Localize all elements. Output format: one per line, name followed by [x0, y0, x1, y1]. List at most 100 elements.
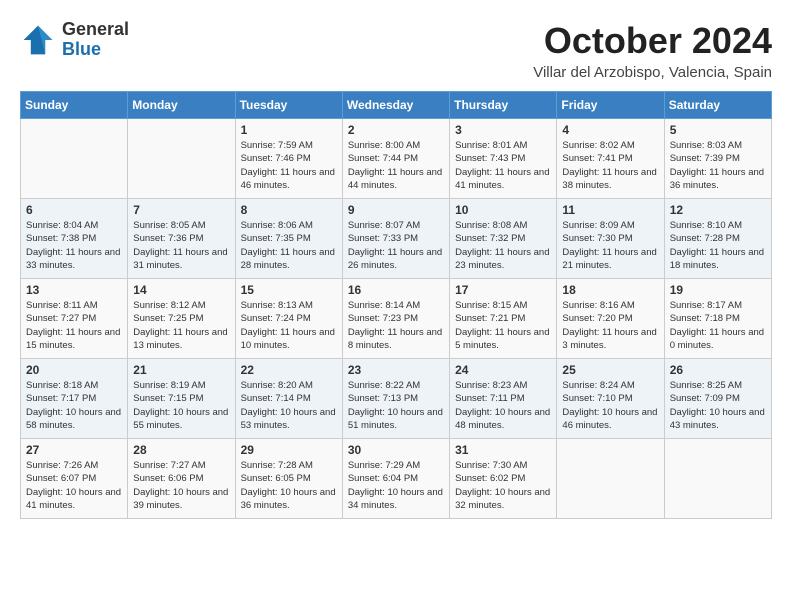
- cell-details: Sunrise: 8:09 AM Sunset: 7:30 PM Dayligh…: [562, 219, 658, 272]
- day-number: 1: [241, 123, 337, 137]
- cell-details: Sunrise: 8:10 AM Sunset: 7:28 PM Dayligh…: [670, 219, 766, 272]
- calendar-cell: 31 Sunrise: 7:30 AM Sunset: 6:02 PM Dayli…: [450, 439, 557, 519]
- day-number: 31: [455, 443, 551, 457]
- cell-details: Sunrise: 7:30 AM Sunset: 6:02 PM Dayligh…: [455, 459, 551, 512]
- day-number: 9: [348, 203, 444, 217]
- day-number: 30: [348, 443, 444, 457]
- day-number: 22: [241, 363, 337, 377]
- calendar-cell: 16 Sunrise: 8:14 AM Sunset: 7:23 PM Dayli…: [342, 279, 449, 359]
- day-number: 24: [455, 363, 551, 377]
- cell-details: Sunrise: 8:20 AM Sunset: 7:14 PM Dayligh…: [241, 379, 337, 432]
- day-number: 8: [241, 203, 337, 217]
- page-header: General Blue October 2024 Villar del Arz…: [20, 20, 772, 81]
- calendar-cell: 29 Sunrise: 7:28 AM Sunset: 6:05 PM Dayli…: [235, 439, 342, 519]
- calendar-cell: [21, 119, 128, 199]
- day-number: 17: [455, 283, 551, 297]
- cell-details: Sunrise: 8:25 AM Sunset: 7:09 PM Dayligh…: [670, 379, 766, 432]
- cell-details: Sunrise: 8:00 AM Sunset: 7:44 PM Dayligh…: [348, 139, 444, 192]
- col-tuesday: Tuesday: [235, 92, 342, 119]
- calendar-cell: 28 Sunrise: 7:27 AM Sunset: 6:06 PM Dayli…: [128, 439, 235, 519]
- cell-details: Sunrise: 7:26 AM Sunset: 6:07 PM Dayligh…: [26, 459, 122, 512]
- day-number: 15: [241, 283, 337, 297]
- cell-details: Sunrise: 8:22 AM Sunset: 7:13 PM Dayligh…: [348, 379, 444, 432]
- calendar-cell: 17Sunrise: 8:15 AM Sunset: 7:21 PM Dayli…: [450, 279, 557, 359]
- day-number: 28: [133, 443, 229, 457]
- calendar-cell: 10 Sunrise: 8:08 AM Sunset: 7:32 PM Dayli…: [450, 199, 557, 279]
- calendar-cell: 23 Sunrise: 8:22 AM Sunset: 7:13 PM Dayli…: [342, 359, 449, 439]
- day-number: 6: [26, 203, 122, 217]
- cell-details: Sunrise: 8:17 AM Sunset: 7:18 PM Dayligh…: [670, 299, 766, 352]
- calendar-header: Sunday Monday Tuesday Wednesday Thursday…: [21, 92, 772, 119]
- cell-details: Sunrise: 8:14 AM Sunset: 7:23 PM Dayligh…: [348, 299, 444, 352]
- calendar-cell: 20 Sunrise: 8:18 AM Sunset: 7:17 PM Dayli…: [21, 359, 128, 439]
- cell-details: Sunrise: 8:16 AM Sunset: 7:20 PM Dayligh…: [562, 299, 658, 352]
- calendar-cell: 24 Sunrise: 8:23 AM Sunset: 7:11 PM Dayli…: [450, 359, 557, 439]
- cell-details: Sunrise: 8:07 AM Sunset: 7:33 PM Dayligh…: [348, 219, 444, 272]
- calendar-cell: 26 Sunrise: 8:25 AM Sunset: 7:09 PM Dayli…: [664, 359, 771, 439]
- cell-details: Sunrise: 8:02 AM Sunset: 7:41 PM Dayligh…: [562, 139, 658, 192]
- calendar-cell: 11 Sunrise: 8:09 AM Sunset: 7:30 PM Dayli…: [557, 199, 664, 279]
- title-block: October 2024 Villar del Arzobispo, Valen…: [533, 20, 772, 81]
- day-number: 14: [133, 283, 229, 297]
- day-number: 20: [26, 363, 122, 377]
- cell-details: Sunrise: 7:28 AM Sunset: 6:05 PM Dayligh…: [241, 459, 337, 512]
- col-saturday: Saturday: [664, 92, 771, 119]
- calendar-cell: 9 Sunrise: 8:07 AM Sunset: 7:33 PM Daylig…: [342, 199, 449, 279]
- cell-details: Sunrise: 7:27 AM Sunset: 6:06 PM Dayligh…: [133, 459, 229, 512]
- calendar-cell: 7 Sunrise: 8:05 AM Sunset: 7:36 PM Daylig…: [128, 199, 235, 279]
- location: Villar del Arzobispo, Valencia, Spain: [533, 64, 772, 81]
- day-number: 7: [133, 203, 229, 217]
- day-number: 26: [670, 363, 766, 377]
- calendar-cell: 18 Sunrise: 8:16 AM Sunset: 7:20 PM Dayli…: [557, 279, 664, 359]
- cell-details: Sunrise: 8:13 AM Sunset: 7:24 PM Dayligh…: [241, 299, 337, 352]
- cell-details: Sunrise: 8:01 AM Sunset: 7:43 PM Dayligh…: [455, 139, 551, 192]
- cell-details: Sunrise: 8:08 AM Sunset: 7:32 PM Dayligh…: [455, 219, 551, 272]
- day-number: 5: [670, 123, 766, 137]
- calendar-week-5: 27 Sunrise: 7:26 AM Sunset: 6:07 PM Dayli…: [21, 439, 772, 519]
- calendar-week-1: 1 Sunrise: 7:59 AM Sunset: 7:46 PM Daylig…: [21, 119, 772, 199]
- col-sunday: Sunday: [21, 92, 128, 119]
- calendar-cell: 5Sunrise: 8:03 AM Sunset: 7:39 PM Daylig…: [664, 119, 771, 199]
- calendar-cell: 1 Sunrise: 7:59 AM Sunset: 7:46 PM Daylig…: [235, 119, 342, 199]
- cell-details: Sunrise: 8:18 AM Sunset: 7:17 PM Dayligh…: [26, 379, 122, 432]
- calendar-week-2: 6 Sunrise: 8:04 AM Sunset: 7:38 PM Daylig…: [21, 199, 772, 279]
- calendar-cell: [557, 439, 664, 519]
- calendar-cell: 19Sunrise: 8:17 AM Sunset: 7:18 PM Dayli…: [664, 279, 771, 359]
- calendar-cell: 12 Sunrise: 8:10 AM Sunset: 7:28 PM Dayli…: [664, 199, 771, 279]
- col-thursday: Thursday: [450, 92, 557, 119]
- day-number: 27: [26, 443, 122, 457]
- logo-text: General Blue: [62, 20, 129, 60]
- day-number: 10: [455, 203, 551, 217]
- calendar-cell: 14 Sunrise: 8:12 AM Sunset: 7:25 PM Dayli…: [128, 279, 235, 359]
- calendar-cell: 30 Sunrise: 7:29 AM Sunset: 6:04 PM Dayli…: [342, 439, 449, 519]
- calendar-cell: 21 Sunrise: 8:19 AM Sunset: 7:15 PM Dayli…: [128, 359, 235, 439]
- day-number: 18: [562, 283, 658, 297]
- day-number: 23: [348, 363, 444, 377]
- col-friday: Friday: [557, 92, 664, 119]
- day-number: 2: [348, 123, 444, 137]
- calendar-cell: 25Sunrise: 8:24 AM Sunset: 7:10 PM Dayli…: [557, 359, 664, 439]
- month-title: October 2024: [533, 20, 772, 62]
- cell-details: Sunrise: 8:23 AM Sunset: 7:11 PM Dayligh…: [455, 379, 551, 432]
- cell-details: Sunrise: 8:19 AM Sunset: 7:15 PM Dayligh…: [133, 379, 229, 432]
- calendar-cell: 4Sunrise: 8:02 AM Sunset: 7:41 PM Daylig…: [557, 119, 664, 199]
- cell-details: Sunrise: 8:24 AM Sunset: 7:10 PM Dayligh…: [562, 379, 658, 432]
- calendar-cell: 22 Sunrise: 8:20 AM Sunset: 7:14 PM Dayli…: [235, 359, 342, 439]
- calendar-table: Sunday Monday Tuesday Wednesday Thursday…: [20, 91, 772, 519]
- cell-details: Sunrise: 7:59 AM Sunset: 7:46 PM Dayligh…: [241, 139, 337, 192]
- col-monday: Monday: [128, 92, 235, 119]
- day-number: 12: [670, 203, 766, 217]
- cell-details: Sunrise: 7:29 AM Sunset: 6:04 PM Dayligh…: [348, 459, 444, 512]
- day-number: 29: [241, 443, 337, 457]
- cell-details: Sunrise: 8:05 AM Sunset: 7:36 PM Dayligh…: [133, 219, 229, 272]
- day-number: 11: [562, 203, 658, 217]
- cell-details: Sunrise: 8:11 AM Sunset: 7:27 PM Dayligh…: [26, 299, 122, 352]
- day-number: 21: [133, 363, 229, 377]
- logo: General Blue: [20, 20, 129, 60]
- calendar-cell: 15 Sunrise: 8:13 AM Sunset: 7:24 PM Dayli…: [235, 279, 342, 359]
- cell-details: Sunrise: 8:04 AM Sunset: 7:38 PM Dayligh…: [26, 219, 122, 272]
- calendar-cell: 3Sunrise: 8:01 AM Sunset: 7:43 PM Daylig…: [450, 119, 557, 199]
- cell-details: Sunrise: 8:12 AM Sunset: 7:25 PM Dayligh…: [133, 299, 229, 352]
- logo-icon: [20, 22, 56, 58]
- day-number: 16: [348, 283, 444, 297]
